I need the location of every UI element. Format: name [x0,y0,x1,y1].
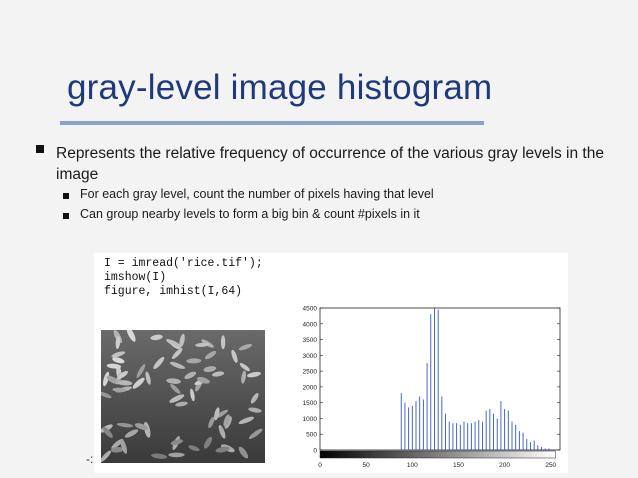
y-tick-label: 1500 [303,400,318,407]
page-marker: -: [86,452,94,466]
code-line-1: I = imread('rice.tif'); [104,257,263,270]
histogram-chart: 0 500 1000 1500 2000 2500 3000 3500 4000 4500 0 50 1… [303,306,561,469]
plot-frame [319,307,561,451]
x-tick-label: 0 [318,462,322,469]
title-divider [60,121,484,125]
x-tick-label: 150 [453,462,464,469]
sub-bullet-marker [63,193,69,199]
y-tick-label: 3000 [303,353,318,360]
y-tick-label: 0 [313,448,317,455]
sub-bullet-marker [63,213,69,219]
x-tick-label: 200 [499,462,510,469]
rice-image [101,330,265,463]
y-tick-label: 4500 [303,306,318,313]
y-tick-label: 1000 [303,416,318,423]
rice-grain [168,452,185,458]
y-tick-label: 500 [306,432,317,439]
sub-bullet-1: For each gray level, count the number of… [80,187,434,201]
x-tick-label: 250 [545,462,556,469]
y-tick-label: 2500 [303,369,318,376]
x-tick-label: 100 [407,462,418,469]
rice-grain [220,335,226,350]
y-tick-label: 2000 [303,384,318,391]
code-line-2: imshow(I) [104,271,167,284]
sub-bullet-2: Can group nearby levels to form a big bi… [80,207,420,221]
code-line-3: figure, imhist(I,64) [104,285,243,298]
slide-title: gray-level image histogram [67,68,493,107]
y-tick-label: 3500 [303,337,318,344]
y-tick-label: 4000 [303,321,318,328]
x-tick-label: 50 [363,462,371,469]
bullet-marker [36,145,44,153]
grayscale-colorbar [319,450,556,459]
bullet-main: Represents the relative frequency of occ… [56,145,604,183]
